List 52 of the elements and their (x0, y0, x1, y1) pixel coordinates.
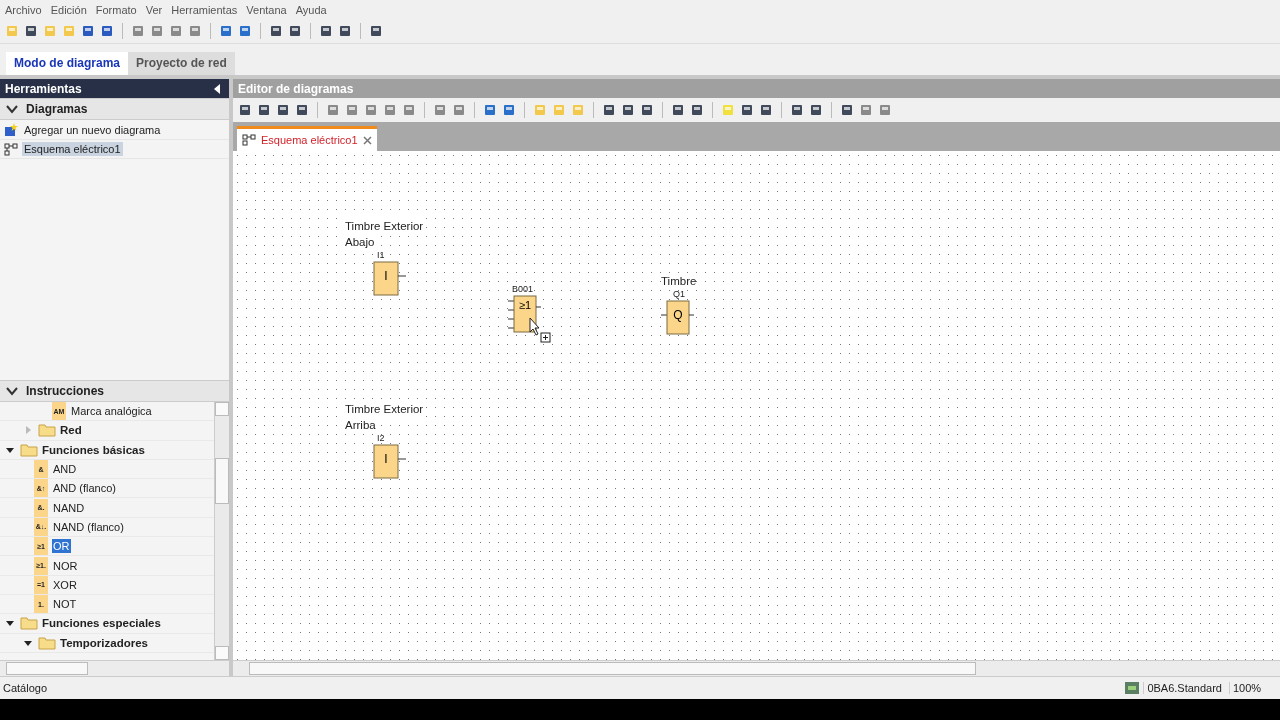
tree-item[interactable]: Marca analógica (70, 404, 153, 419)
tree-item[interactable]: NOR (52, 558, 79, 573)
menu-item[interactable]: Herramientas (171, 3, 238, 16)
tree-folder[interactable]: Temporizadores (60, 636, 148, 649)
expand-arrow-icon[interactable] (24, 638, 32, 647)
new-diagram-icon (4, 123, 18, 137)
tree-folder[interactable]: Funciones especiales (42, 617, 161, 630)
panel-title: Herramientas (5, 81, 82, 96)
menu-item[interactable]: Formato (95, 3, 137, 16)
diagram-item[interactable]: Esquema eléctrico1 (22, 142, 123, 156)
tree-item[interactable]: NAND (52, 500, 86, 515)
mode-tab[interactable]: Proyecto de red (128, 52, 235, 75)
scrollbar[interactable] (214, 402, 229, 660)
expand-arrow-icon[interactable] (6, 445, 14, 454)
scrollbar[interactable] (0, 660, 229, 676)
mode-tab[interactable]: Modo de diagrama (6, 52, 128, 75)
zoom-level: 100% (1229, 682, 1276, 694)
menu-item[interactable]: Archivo (5, 3, 42, 16)
tree-item[interactable]: NAND (flanco) (52, 519, 125, 534)
menu-item[interactable]: Ayuda (295, 3, 327, 16)
menu-item[interactable]: Ver (145, 3, 163, 16)
block-name: Q1 (673, 289, 685, 300)
tree-item[interactable]: OR (52, 539, 71, 554)
diagram-icon (242, 134, 256, 146)
close-icon[interactable] (362, 135, 372, 145)
device-icon (1125, 682, 1140, 694)
diagram-tab[interactable]: Esquema eléctrico1 (237, 126, 377, 151)
panel-title: Editor de diagramas (238, 81, 354, 96)
tree-item[interactable]: XOR (52, 577, 78, 592)
tree-item[interactable]: AND (52, 462, 78, 477)
tree-folder[interactable]: Red (60, 424, 82, 437)
diagram-item[interactable]: Agregar un nuevo diagrama (22, 123, 163, 137)
block-name: B001 (512, 284, 534, 295)
section-header[interactable]: Diagramas (0, 98, 229, 120)
chevron-icon (6, 386, 18, 396)
device-status: 0BA6.Standard (1143, 682, 1225, 694)
tree-item[interactable]: NOT (52, 597, 78, 612)
tree-item[interactable]: AND (flanco) (52, 481, 117, 496)
diagram-icon (4, 142, 18, 156)
block-comment: Abajo (345, 234, 375, 250)
menu-item[interactable]: Ventana (246, 3, 287, 16)
collapse-icon[interactable] (213, 83, 221, 94)
scrollbar[interactable] (233, 660, 1280, 676)
section-header[interactable]: Instrucciones (0, 380, 229, 402)
mouse-pointer-icon (529, 317, 551, 343)
status-text: Catálogo (3, 682, 49, 694)
block-name: I1 (377, 250, 385, 261)
tree-folder[interactable]: Funciones básicas (42, 443, 145, 456)
block-name: I2 (377, 433, 385, 444)
menu-item[interactable]: Edición (50, 3, 87, 16)
expand-arrow-icon[interactable] (6, 619, 14, 628)
chevron-icon (6, 104, 18, 114)
